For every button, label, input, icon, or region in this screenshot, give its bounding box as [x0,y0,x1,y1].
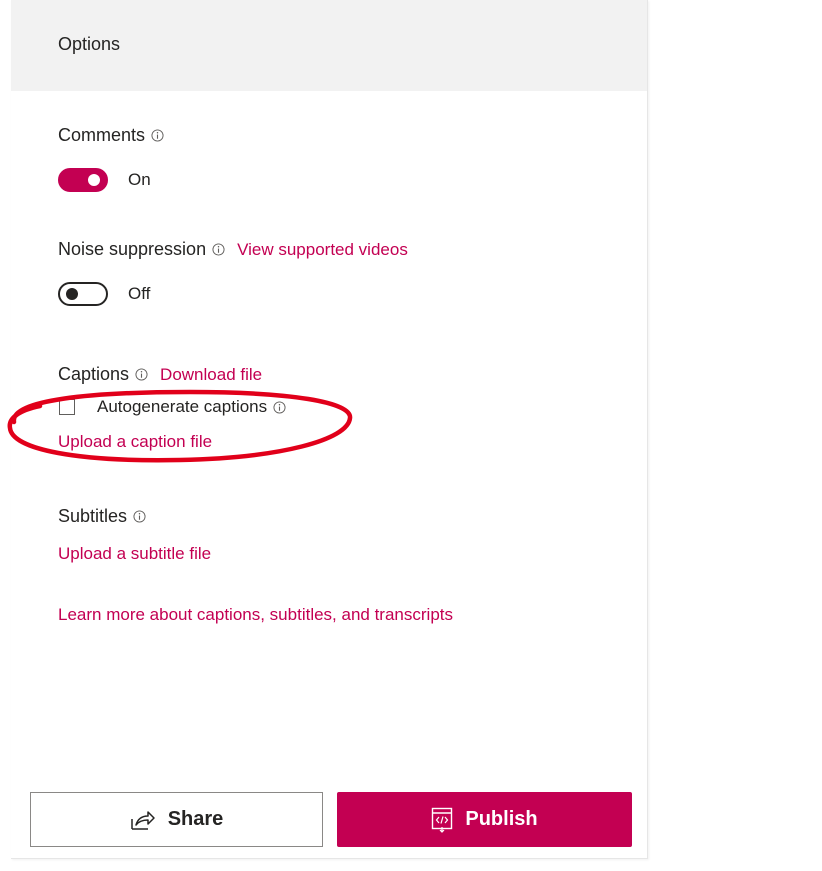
comments-toggle[interactable] [58,168,108,192]
noise-state: Off [128,284,151,303]
learn-more-link[interactable]: Learn more about captions, subtitles, an… [58,605,453,625]
share-button[interactable]: Share [30,792,323,847]
info-icon[interactable] [151,129,164,142]
comments-label-row: Comments [58,125,164,146]
noise-toggle-row: Off [58,282,150,306]
upload-caption-file-link[interactable]: Upload a caption file [58,432,212,452]
autogenerate-label[interactable]: Autogenerate captions [97,397,267,417]
panel-header: Options [11,0,647,91]
toggle-knob [66,288,78,300]
subtitles-label-row: Subtitles [58,506,146,527]
share-icon [130,810,155,830]
info-icon[interactable] [273,400,286,414]
subtitles-label: Subtitles [58,506,128,526]
toggle-knob [88,174,100,186]
comments-toggle-row: On [58,168,151,192]
panel-title: Options [58,34,121,54]
noise-label: Noise suppression [58,239,207,259]
captions-label: Captions [58,364,130,384]
autogenerate-row: Autogenerate captions [59,397,286,417]
upload-subtitle-file-link[interactable]: Upload a subtitle file [58,544,211,564]
options-panel: Options Comments On Noise suppression Vi… [11,0,648,859]
view-supported-videos-link[interactable]: View supported videos [237,240,408,260]
publish-button[interactable]: Publish [337,792,632,847]
captions-label-row: Captions Download file [58,364,262,385]
info-icon[interactable] [133,510,146,523]
autogenerate-checkbox[interactable] [59,399,75,415]
noise-toggle[interactable] [58,282,108,306]
share-label: Share [167,808,224,830]
noise-label-row: Noise suppression View supported videos [58,239,408,260]
publish-label: Publish [465,808,538,830]
publish-icon [432,807,453,833]
download-file-link[interactable]: Download file [160,365,262,385]
comments-label: Comments [58,125,146,145]
comments-state: On [128,170,151,189]
info-icon[interactable] [135,368,148,381]
info-icon[interactable] [212,243,225,256]
